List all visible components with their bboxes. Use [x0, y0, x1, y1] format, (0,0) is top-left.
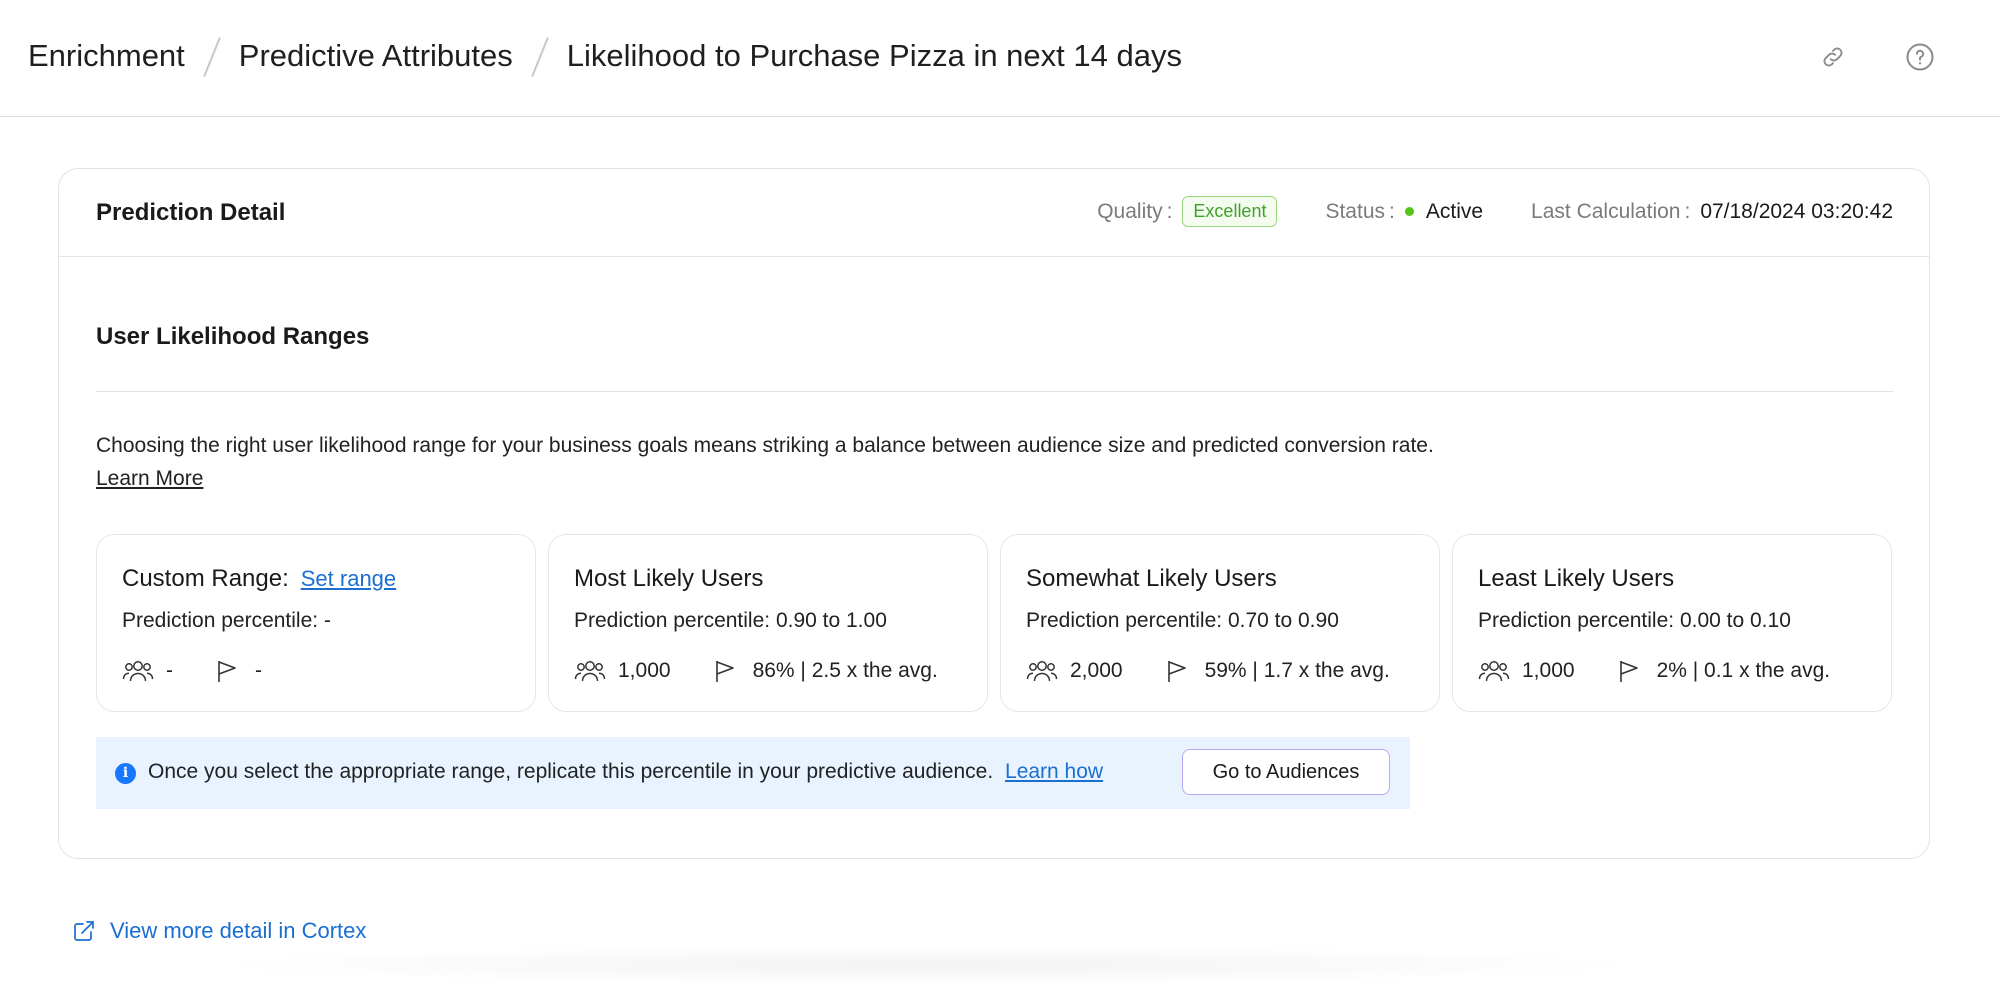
status-dot-icon: [1404, 207, 1414, 216]
prediction-detail-card: Prediction Detail Quality: Excellent Sta…: [58, 168, 1930, 859]
range-card-percentile: Prediction percentile: -: [122, 609, 331, 632]
info-icon: i: [115, 763, 136, 784]
users-icon: [1478, 657, 1510, 685]
breadcrumb-separator: [539, 36, 541, 76]
likelihood-ranges-title: User Likelihood Ranges: [96, 323, 370, 350]
ranges-description: Choosing the right user likelihood range…: [96, 434, 1434, 457]
breadcrumb: Enrichment Predictive Attributes Likelih…: [28, 36, 1182, 76]
range-card-percentile: Prediction percentile: 0.70 to 0.90: [1026, 609, 1339, 632]
range-card-least-likely[interactable]: Least Likely Users Prediction percentile…: [1452, 534, 1892, 712]
users-icon: [1026, 657, 1058, 685]
range-card-stats: 2,000 59% | 1.7 x the avg.: [1026, 657, 1390, 685]
range-card-title: Custom Range:: [122, 565, 289, 592]
users-count: -: [166, 659, 173, 682]
flag-icon: [709, 657, 741, 685]
status-label: Status: [1325, 199, 1386, 223]
learn-how-link[interactable]: Learn how: [1005, 760, 1103, 783]
breadcrumb-current-page: Likelihood to Purchase Pizza in next 14 …: [566, 38, 1182, 73]
breadcrumb-enrichment[interactable]: Enrichment: [28, 38, 185, 74]
prediction-detail-header: Prediction Detail Quality: Excellent Sta…: [59, 169, 1929, 257]
range-card-stats: 1,000 2% | 0.1 x the avg.: [1478, 657, 1830, 685]
cortex-link-label: View more detail in Cortex: [110, 918, 367, 943]
range-card-percentile: Prediction percentile: 0.90 to 1.00: [574, 609, 887, 632]
flag-icon: [1613, 657, 1645, 685]
view-in-cortex-link[interactable]: View more detail in Cortex: [72, 918, 366, 944]
last-calculation-value: 07/18/2024 03:20:42: [1700, 199, 1893, 223]
status-value: Active: [1425, 199, 1484, 223]
users-icon: [122, 657, 154, 685]
range-card-somewhat-likely[interactable]: Somewhat Likely Users Prediction percent…: [1000, 534, 1440, 712]
divider: [96, 391, 1893, 392]
quality-badge: Excellent: [1182, 196, 1278, 227]
bottom-shadow: [200, 945, 1650, 985]
range-card-title: Most Likely Users: [574, 565, 764, 592]
range-card-most-likely[interactable]: Most Likely Users Prediction percentile:…: [548, 534, 988, 712]
range-card-title: Least Likely Users: [1478, 565, 1675, 592]
users-count: 1,000: [1522, 659, 1575, 682]
range-card-percentile: Prediction percentile: 0.00 to 0.10: [1478, 609, 1791, 632]
range-card-title: Somewhat Likely Users: [1026, 565, 1277, 592]
prediction-meta: Quality: Excellent Status: Active Last C…: [1097, 196, 1893, 227]
range-card-custom[interactable]: Custom Range: Set range Prediction percen…: [96, 534, 536, 712]
conversion-rate: 86% | 2.5 x the avg.: [752, 659, 938, 682]
range-card-stats: 1,000 86% | 2.5 x the avg.: [574, 657, 938, 685]
prediction-detail-title: Prediction Detail: [96, 199, 286, 226]
external-link-icon: [72, 919, 96, 943]
top-header: Enrichment Predictive Attributes Likelih…: [0, 0, 2000, 117]
link-icon[interactable]: [1816, 40, 1850, 74]
users-count: 1,000: [618, 659, 671, 682]
last-calculation-label: Last Calculation: [1531, 199, 1681, 223]
flag-icon: [1161, 657, 1193, 685]
flag-icon: [211, 657, 243, 685]
breadcrumb-separator: [211, 36, 213, 76]
go-to-audiences-button[interactable]: Go to Audiences: [1182, 749, 1390, 795]
info-banner: i Once you select the appropriate range,…: [96, 737, 1410, 809]
breadcrumb-predictive-attributes[interactable]: Predictive Attributes: [239, 38, 513, 74]
learn-more-link[interactable]: Learn More: [96, 467, 203, 491]
users-icon: [574, 657, 606, 685]
set-range-link[interactable]: Set range: [301, 566, 396, 591]
quality-label: Quality: [1097, 199, 1163, 223]
conversion-rate: -: [255, 659, 262, 682]
range-card-stats: - -: [122, 657, 262, 685]
info-text: Once you select the appropriate range, r…: [148, 760, 994, 783]
conversion-rate: 2% | 0.1 x the avg.: [1656, 659, 1831, 682]
conversion-rate: 59% | 1.7 x the avg.: [1204, 659, 1390, 682]
users-count: 2,000: [1070, 659, 1123, 682]
help-icon[interactable]: [1903, 40, 1937, 74]
